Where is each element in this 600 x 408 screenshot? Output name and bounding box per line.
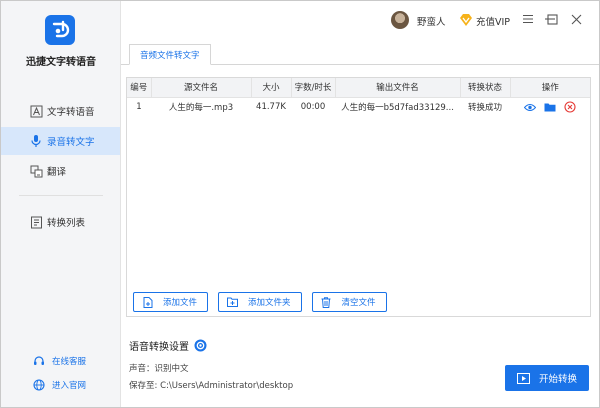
sidebar: 迅捷文字转语音 文字转语音 录音转文字 翻译 转换列表 在线客服 进入官网 xyxy=(1,1,121,407)
settings-title: 语音转换设置 xyxy=(129,342,189,353)
file-table-panel: 编号 源文件名 大小 字数/时长 输出文件名 转换状态 操作 1 人生的每一.m… xyxy=(126,77,591,317)
online-service-link[interactable]: 在线客服 xyxy=(33,355,86,367)
file-table: 编号 源文件名 大小 字数/时长 输出文件名 转换状态 操作 1 人生的每一.m… xyxy=(127,78,590,117)
column-header: 源文件名 xyxy=(151,78,252,98)
clear-files-label: 清空文件 xyxy=(341,298,376,308)
trash-icon xyxy=(321,296,332,308)
list-icon xyxy=(29,215,43,229)
convert-status: 转换成功 xyxy=(467,103,502,114)
sidebar-divider xyxy=(19,195,103,196)
column-header: 字数/时长 xyxy=(291,78,336,98)
sidebar-item-convert-list[interactable]: 转换列表 xyxy=(1,208,120,236)
sidebar-item-label: 录音转文字 xyxy=(47,137,95,148)
globe-icon xyxy=(33,379,45,391)
sidebar-item-label: 文字转语音 xyxy=(47,107,95,118)
column-header: 操作 xyxy=(510,78,590,98)
column-header: 大小 xyxy=(251,78,292,98)
column-header: 编号 xyxy=(127,78,152,98)
add-folder-button[interactable]: 添加文件夹 xyxy=(218,292,302,312)
sidebar-item-translate[interactable]: 翻译 xyxy=(1,157,120,185)
vip-diamond-icon[interactable] xyxy=(458,12,474,28)
maximize-window-icon[interactable] xyxy=(544,11,560,27)
add-folder-label: 添加文件夹 xyxy=(248,298,291,308)
translate-icon xyxy=(29,164,43,178)
add-folder-icon xyxy=(227,297,239,308)
app-window: 迅捷文字转语音 文字转语音 录音转文字 翻译 转换列表 在线客服 进入官网 野蛮… xyxy=(0,0,600,408)
column-header: 转换状态 xyxy=(460,78,511,98)
table-header-row: 编号 源文件名 大小 字数/时长 输出文件名 转换状态 操作 xyxy=(127,78,590,98)
app-title: 迅捷文字转语音 xyxy=(26,57,96,68)
start-convert-label: 开始转换 xyxy=(538,374,577,385)
close-window-icon[interactable] xyxy=(568,11,584,27)
play-icon xyxy=(517,372,531,384)
start-convert-button[interactable]: 开始转换 xyxy=(505,365,589,391)
avatar[interactable] xyxy=(391,11,409,29)
source-file-name: 人生的每一.mp3 xyxy=(168,103,234,114)
tab-audio-to-text[interactable]: 音频文件转文字 xyxy=(129,44,211,65)
duration: 00:00 xyxy=(300,102,326,113)
output-file-name: 人生的每一b5d7fad33129... xyxy=(341,103,454,114)
row-index: 1 xyxy=(136,102,142,113)
gear-icon[interactable] xyxy=(194,339,207,352)
voice-setting: 声音：识别中文 xyxy=(129,364,189,374)
eye-icon[interactable] xyxy=(524,101,536,113)
table-row[interactable]: 1 人生的每一.mp3 41.77K 00:00 人生的每一b5d7fad331… xyxy=(127,97,590,117)
tab-bar: 音频文件转文字 xyxy=(121,41,599,65)
add-file-icon xyxy=(142,296,153,308)
column-header: 输出文件名 xyxy=(335,78,461,98)
microphone-icon xyxy=(29,134,43,148)
official-site-label: 进入官网 xyxy=(52,381,87,391)
file-size: 41.77K xyxy=(256,102,286,113)
vip-recharge-button[interactable]: 充值VIP xyxy=(476,14,510,28)
add-file-button[interactable]: 添加文件 xyxy=(133,292,209,312)
sidebar-item-label: 转换列表 xyxy=(47,218,86,229)
file-actions: 添加文件 添加文件夹 清空文件 xyxy=(133,292,387,312)
folder-icon[interactable] xyxy=(544,101,556,113)
sidebar-item-label: 翻译 xyxy=(47,167,67,178)
official-site-link[interactable]: 进入官网 xyxy=(33,379,86,391)
username[interactable]: 野蛮人 xyxy=(417,14,446,28)
clear-files-button[interactable]: 清空文件 xyxy=(311,292,387,312)
menu-icon[interactable] xyxy=(520,11,536,27)
app-logo-icon xyxy=(45,15,75,45)
settings-section: 语音转换设置 xyxy=(129,338,207,353)
save-path-setting[interactable]: 保存至: C:\Users\Administrator\desktop xyxy=(129,379,293,391)
delete-icon[interactable] xyxy=(564,101,576,113)
title-bar: 野蛮人 充值VIP xyxy=(121,1,599,41)
text-a-icon xyxy=(29,104,43,118)
sidebar-item-text-to-speech[interactable]: 文字转语音 xyxy=(1,97,120,125)
online-service-label: 在线客服 xyxy=(52,357,87,367)
headset-icon xyxy=(33,355,45,367)
sidebar-item-recording-to-text[interactable]: 录音转文字 xyxy=(1,127,120,155)
row-actions xyxy=(510,97,590,117)
add-file-label: 添加文件 xyxy=(163,298,198,308)
